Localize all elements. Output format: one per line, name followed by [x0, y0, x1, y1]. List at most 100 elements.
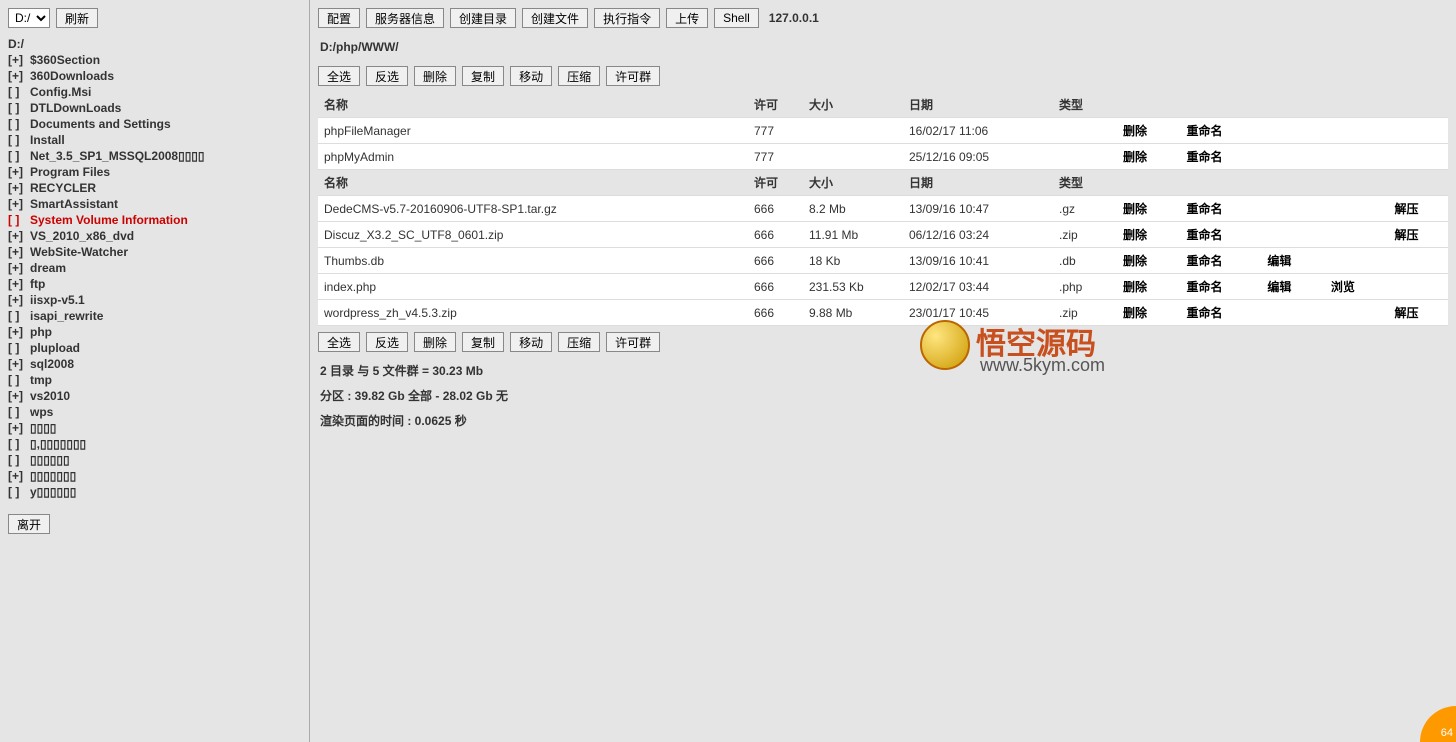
tree-item[interactable]: [+]php	[8, 324, 301, 340]
expand-badge[interactable]: [ ]	[8, 149, 30, 163]
action-rename[interactable]: 重命名	[1183, 150, 1227, 164]
tree-item[interactable]: [ ]Config.Msi	[8, 84, 301, 100]
server-info-button[interactable]: 服务器信息	[366, 8, 444, 28]
compress-button-2[interactable]: 压缩	[558, 332, 600, 352]
table-row[interactable]: wordpress_zh_v4.5.3.zip6669.88 Mb23/01/1…	[318, 300, 1448, 326]
mkfile-button[interactable]: 创建文件	[522, 8, 588, 28]
tree-item[interactable]: [+]ftp	[8, 276, 301, 292]
tree-item[interactable]: [+]Program Files	[8, 164, 301, 180]
expand-badge[interactable]: [+]	[8, 293, 30, 307]
tree-item[interactable]: [+]VS_2010_x86_dvd	[8, 228, 301, 244]
expand-badge[interactable]: [+]	[8, 325, 30, 339]
tree-item[interactable]: [+]SmartAssistant	[8, 196, 301, 212]
action-rename[interactable]: 重命名	[1183, 280, 1227, 294]
tree-item[interactable]: [ ]plupload	[8, 340, 301, 356]
move-button-2[interactable]: 移动	[510, 332, 552, 352]
expand-badge[interactable]: [+]	[8, 181, 30, 195]
config-button[interactable]: 配置	[318, 8, 360, 28]
action-delete[interactable]: 删除	[1119, 150, 1151, 164]
copy-button[interactable]: 复制	[462, 66, 504, 86]
expand-badge[interactable]: [ ]	[8, 101, 30, 115]
upload-button[interactable]: 上传	[666, 8, 708, 28]
tree-item[interactable]: [+]▯▯▯▯▯▯▯	[8, 468, 301, 484]
tree-item[interactable]: [ ]▯▯▯▯▯▯	[8, 452, 301, 468]
tree-item[interactable]: [ ]System Volume Information	[8, 212, 301, 228]
tree-item[interactable]: [+]WebSite-Watcher	[8, 244, 301, 260]
action-rename[interactable]: 重命名	[1183, 124, 1227, 138]
invert-button-2[interactable]: 反选	[366, 332, 408, 352]
action-delete[interactable]: 删除	[1119, 306, 1151, 320]
action-view[interactable]: 浏览	[1327, 280, 1359, 294]
expand-badge[interactable]: [ ]	[8, 133, 30, 147]
expand-badge[interactable]: [+]	[8, 165, 30, 179]
leave-button[interactable]: 离开	[8, 514, 50, 534]
table-row[interactable]: DedeCMS-v5.7-20160906-UTF8-SP1.tar.gz666…	[318, 196, 1448, 222]
action-rename[interactable]: 重命名	[1183, 254, 1227, 268]
expand-badge[interactable]: [+]	[8, 261, 30, 275]
action-rename[interactable]: 重命名	[1183, 202, 1227, 216]
delete-button[interactable]: 删除	[414, 66, 456, 86]
expand-badge[interactable]: [+]	[8, 197, 30, 211]
action-delete[interactable]: 删除	[1119, 280, 1151, 294]
tree-item[interactable]: [ ]DTLDownLoads	[8, 100, 301, 116]
tree-item[interactable]: [ ]Documents and Settings	[8, 116, 301, 132]
action-edit[interactable]: 编辑	[1263, 280, 1295, 294]
expand-badge[interactable]: [ ]	[8, 485, 30, 499]
expand-badge[interactable]: [ ]	[8, 453, 30, 467]
compress-button[interactable]: 压缩	[558, 66, 600, 86]
tree-item[interactable]: [ ]isapi_rewrite	[8, 308, 301, 324]
expand-badge[interactable]: [ ]	[8, 85, 30, 99]
tree-item[interactable]: [+]vs2010	[8, 388, 301, 404]
expand-badge[interactable]: [+]	[8, 277, 30, 291]
action-delete[interactable]: 删除	[1119, 202, 1151, 216]
invert-button[interactable]: 反选	[366, 66, 408, 86]
expand-badge[interactable]: [+]	[8, 69, 30, 83]
tree-item[interactable]: [+]$360Section	[8, 52, 301, 68]
action-extract[interactable]: 解压	[1390, 202, 1422, 216]
copy-button-2[interactable]: 复制	[462, 332, 504, 352]
exec-button[interactable]: 执行指令	[594, 8, 660, 28]
tree-item[interactable]: [+]▯▯▯▯	[8, 420, 301, 436]
action-extract[interactable]: 解压	[1390, 306, 1422, 320]
action-delete[interactable]: 删除	[1119, 124, 1151, 138]
refresh-button[interactable]: 刷新	[56, 8, 98, 28]
expand-badge[interactable]: [ ]	[8, 213, 30, 227]
expand-badge[interactable]: [+]	[8, 229, 30, 243]
tree-item[interactable]: [ ]wps	[8, 404, 301, 420]
select-all-button[interactable]: 全选	[318, 66, 360, 86]
expand-badge[interactable]: [+]	[8, 53, 30, 67]
tree-item[interactable]: [+]RECYCLER	[8, 180, 301, 196]
delete-button-2[interactable]: 删除	[414, 332, 456, 352]
tree-root[interactable]: D:/	[8, 36, 301, 52]
action-rename[interactable]: 重命名	[1183, 228, 1227, 242]
table-row[interactable]: Discuz_X3.2_SC_UTF8_0601.zip66611.91 Mb0…	[318, 222, 1448, 248]
expand-badge[interactable]: [ ]	[8, 405, 30, 419]
expand-badge[interactable]: [ ]	[8, 373, 30, 387]
expand-badge[interactable]: [+]	[8, 357, 30, 371]
tree-item[interactable]: [ ]tmp	[8, 372, 301, 388]
tree-item[interactable]: [ ]y▯▯▯▯▯▯	[8, 484, 301, 500]
expand-badge[interactable]: [ ]	[8, 341, 30, 355]
action-delete[interactable]: 删除	[1119, 254, 1151, 268]
action-rename[interactable]: 重命名	[1183, 306, 1227, 320]
drive-select[interactable]: D:/	[8, 8, 50, 28]
tree-item[interactable]: [ ]Install	[8, 132, 301, 148]
expand-badge[interactable]: [ ]	[8, 117, 30, 131]
action-extract[interactable]: 解压	[1390, 228, 1422, 242]
table-row[interactable]: phpFileManager77716/02/17 11:06删除重命名	[318, 118, 1448, 144]
tree-item[interactable]: [ ]▯,▯▯▯▯▯▯▯	[8, 436, 301, 452]
table-row[interactable]: index.php666231.53 Kb12/02/17 03:44.php删…	[318, 274, 1448, 300]
move-button[interactable]: 移动	[510, 66, 552, 86]
permgroup-button-2[interactable]: 许可群	[606, 332, 660, 352]
expand-badge[interactable]: [+]	[8, 389, 30, 403]
select-all-button-2[interactable]: 全选	[318, 332, 360, 352]
tree-item[interactable]: [+]dream	[8, 260, 301, 276]
table-row[interactable]: Thumbs.db66618 Kb13/09/16 10:41.db删除重命名编…	[318, 248, 1448, 274]
permgroup-button[interactable]: 许可群	[606, 66, 660, 86]
tree-item[interactable]: [+]sql2008	[8, 356, 301, 372]
expand-badge[interactable]: [+]	[8, 469, 30, 483]
action-edit[interactable]: 编辑	[1263, 254, 1295, 268]
tree-item[interactable]: [+]iisxp-v5.1	[8, 292, 301, 308]
expand-badge[interactable]: [ ]	[8, 437, 30, 451]
expand-badge[interactable]: [+]	[8, 245, 30, 259]
